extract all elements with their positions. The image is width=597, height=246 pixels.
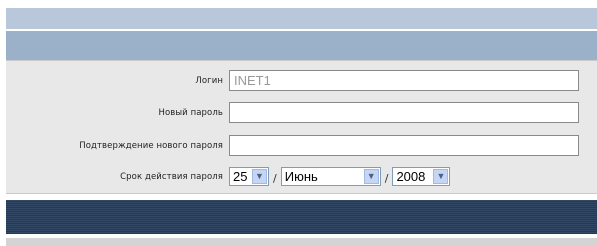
expiry-month-select[interactable]: Июнь ▼ xyxy=(280,167,381,186)
expiry-year-select[interactable]: 2008 ▼ xyxy=(392,167,451,186)
date-separator: / xyxy=(273,172,277,185)
expiry-row: Срок действия пароля 25 ▼ / Июнь ▼ / 200… xyxy=(6,165,451,188)
password-change-form: Логин Новый пароль Подтверждение нового … xyxy=(6,60,597,194)
chevron-down-icon[interactable]: ▼ xyxy=(252,169,267,184)
confirm-password-label: Подтверждение нового пароля xyxy=(79,140,223,151)
expiry-day-select[interactable]: 25 ▼ xyxy=(229,167,269,186)
login-row: Логин xyxy=(6,69,579,92)
expiry-month-value: Июнь xyxy=(284,169,318,184)
expiry-day-value: 25 xyxy=(233,169,248,184)
footer-bottom-bar xyxy=(6,238,597,246)
footer-dark-bar xyxy=(6,200,597,234)
new-password-row: Новый пароль xyxy=(6,101,579,124)
confirm-password-field[interactable] xyxy=(229,135,579,156)
header-title-bar xyxy=(6,31,597,60)
login-field[interactable] xyxy=(229,70,579,91)
expiry-label: Срок действия пароля xyxy=(120,171,223,182)
new-password-label: Новый пароль xyxy=(158,107,223,118)
login-label: Логин xyxy=(195,75,223,86)
new-password-field[interactable] xyxy=(229,102,579,123)
chevron-down-icon[interactable]: ▼ xyxy=(363,169,379,184)
header-top-bar xyxy=(6,8,597,29)
expiry-year-value: 2008 xyxy=(396,169,426,184)
confirm-password-row: Подтверждение нового пароля xyxy=(6,134,579,157)
chevron-down-icon[interactable]: ▼ xyxy=(433,169,449,184)
date-separator: / xyxy=(384,172,389,185)
